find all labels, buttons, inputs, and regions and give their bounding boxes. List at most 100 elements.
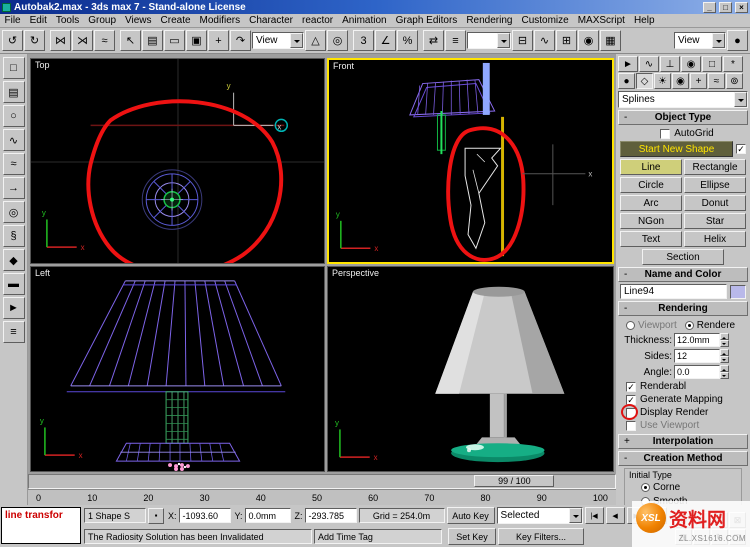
auto-key-button[interactable]: Auto Key xyxy=(447,507,495,524)
thickness-input[interactable]: 12.0mm xyxy=(674,333,720,347)
menu-views[interactable]: Views xyxy=(121,15,157,26)
line-button[interactable]: Line xyxy=(620,159,682,175)
corner-radio[interactable]: Corne xyxy=(641,482,680,493)
chevron-down-icon[interactable] xyxy=(734,92,747,107)
select-link-icon[interactable]: ⋈ xyxy=(50,30,71,51)
reactor-spring-icon[interactable]: § xyxy=(3,225,25,247)
circle-button[interactable]: Circle xyxy=(620,177,682,193)
menu-rendering[interactable]: Rendering xyxy=(462,15,517,26)
left-viewport-canvas[interactable]: x y xyxy=(31,267,324,471)
y-coordinate-input[interactable]: 0.0mm xyxy=(245,508,291,523)
autogrid-checkbox[interactable] xyxy=(660,129,670,139)
lights-category-icon[interactable]: ☀ xyxy=(654,73,671,89)
chevron-down-icon[interactable] xyxy=(290,33,303,48)
menu-tools[interactable]: Tools xyxy=(51,15,83,26)
render-scene-icon[interactable]: ▦ xyxy=(600,30,621,51)
z-coordinate-input[interactable]: -293.785 xyxy=(305,508,357,523)
section-button[interactable]: Section xyxy=(642,249,724,265)
add-time-tag[interactable]: Add Time Tag xyxy=(314,529,442,544)
select-by-name-icon[interactable]: ▤ xyxy=(142,30,163,51)
select-and-scale-icon[interactable]: △ xyxy=(305,30,326,51)
minimize-button[interactable]: _ xyxy=(703,2,716,13)
rectangular-selection-icon[interactable]: ▭ xyxy=(164,30,185,51)
x-coordinate-input[interactable]: -1093.60 xyxy=(179,508,231,523)
chevron-down-icon[interactable] xyxy=(569,508,582,523)
thickness-spinner[interactable] xyxy=(720,333,729,347)
front-viewport-canvas[interactable]: x x y xyxy=(329,60,612,262)
start-new-shape-button[interactable]: Start New Shape xyxy=(620,141,733,157)
quick-render-icon[interactable]: ● xyxy=(727,30,748,51)
angle-snap-icon[interactable]: ∠ xyxy=(375,30,396,51)
viewport-label[interactable]: Left xyxy=(35,268,50,278)
top-viewport[interactable]: Top y x xyxy=(30,58,325,264)
align-icon[interactable]: ≡ xyxy=(445,30,466,51)
close-button[interactable]: × xyxy=(735,2,748,13)
display-tab[interactable]: □ xyxy=(702,56,722,72)
maximize-button[interactable]: □ xyxy=(719,2,732,13)
object-name-input[interactable]: Line94 xyxy=(620,284,727,299)
donut-button[interactable]: Donut xyxy=(684,195,746,211)
menu-maxscript[interactable]: MAXScript xyxy=(573,15,629,26)
schematic-view-icon[interactable]: ⊞ xyxy=(556,30,577,51)
angle-input[interactable]: 0.0 xyxy=(674,365,720,379)
arc-button[interactable]: Arc xyxy=(620,195,682,211)
utilities-tab[interactable]: * xyxy=(723,56,743,72)
reactor-rigid-body-icon[interactable]: □ xyxy=(3,57,25,79)
motion-tab[interactable]: ◉ xyxy=(681,56,701,72)
select-and-move-icon[interactable]: + xyxy=(208,30,229,51)
left-viewport[interactable]: Left xyxy=(30,266,325,472)
cameras-category-icon[interactable]: ◉ xyxy=(672,73,689,89)
name-color-rollout[interactable]: - Name and Color xyxy=(618,267,748,282)
reactor-rope-icon[interactable]: ∿ xyxy=(3,129,25,151)
time-slider-handle[interactable]: 99 / 100 xyxy=(474,475,554,487)
active-view-dropdown[interactable]: View xyxy=(674,32,726,49)
menu-help[interactable]: Help xyxy=(629,15,659,26)
star-button[interactable]: Star xyxy=(684,213,746,229)
geometry-category-icon[interactable]: ● xyxy=(618,73,635,89)
create-tab[interactable]: ► xyxy=(618,56,638,72)
menu-modifiers[interactable]: Modifiers xyxy=(195,15,245,26)
menu-animation[interactable]: Animation xyxy=(338,15,391,26)
unlink-selection-icon[interactable]: ⋊ xyxy=(72,30,93,51)
perspective-viewport-canvas[interactable]: x y xyxy=(328,267,613,471)
rectangle-button[interactable]: Rectangle xyxy=(684,159,746,175)
modify-tab[interactable]: ∿ xyxy=(639,56,659,72)
angle-spinner[interactable] xyxy=(720,365,729,379)
start-new-shape-checkbox[interactable] xyxy=(736,144,746,154)
helix-button[interactable]: Helix xyxy=(684,231,746,247)
redo-icon[interactable]: ↻ xyxy=(24,30,45,51)
interpolation-rollout[interactable]: + Interpolation xyxy=(618,434,748,449)
material-editor-icon[interactable]: ◉ xyxy=(578,30,599,51)
menu-edit[interactable]: Edit xyxy=(25,15,51,26)
chevron-down-icon[interactable] xyxy=(497,33,510,48)
menu-character[interactable]: Character xyxy=(245,15,298,26)
text-button[interactable]: Text xyxy=(620,231,682,247)
chevron-down-icon[interactable] xyxy=(712,33,725,48)
front-viewport[interactable]: Front xyxy=(327,58,614,264)
coordinate-system-dropdown[interactable]: View xyxy=(252,32,304,49)
lock-selection-icon[interactable]: ▪ xyxy=(148,508,164,524)
rendering-rollout[interactable]: - Rendering xyxy=(618,301,748,316)
layer-manager-icon[interactable]: ⊟ xyxy=(512,30,533,51)
set-key-button[interactable]: Set Key xyxy=(448,528,496,545)
menu-customize[interactable]: Customize xyxy=(517,15,573,26)
use-viewport-checkbox[interactable] xyxy=(626,421,636,431)
reactor-soft-body-icon[interactable]: ○ xyxy=(3,105,25,127)
object-color-swatch[interactable] xyxy=(730,285,746,299)
menu-graph-editors[interactable]: Graph Editors xyxy=(391,15,462,26)
select-object-icon[interactable]: ↖ xyxy=(120,30,141,51)
sides-input[interactable]: 12 xyxy=(674,349,720,363)
helpers-category-icon[interactable]: + xyxy=(690,73,707,89)
mirror-icon[interactable]: ⇄ xyxy=(423,30,444,51)
shapes-category-icon[interactable]: ◇ xyxy=(636,73,653,89)
curve-editor-icon[interactable]: ∿ xyxy=(534,30,555,51)
ngon-button[interactable]: NGon xyxy=(620,213,682,229)
select-and-rotate-icon[interactable]: ↷ xyxy=(230,30,251,51)
reactor-wind-icon[interactable]: → xyxy=(3,177,25,199)
previous-frame-icon[interactable]: ◀ xyxy=(606,507,625,524)
percent-snap-icon[interactable]: % xyxy=(397,30,418,51)
viewport-label[interactable]: Front xyxy=(333,61,354,71)
renderable-checkbox[interactable] xyxy=(626,382,636,392)
menu-create[interactable]: Create xyxy=(156,15,195,26)
named-selection-sets-dropdown[interactable] xyxy=(467,32,511,49)
